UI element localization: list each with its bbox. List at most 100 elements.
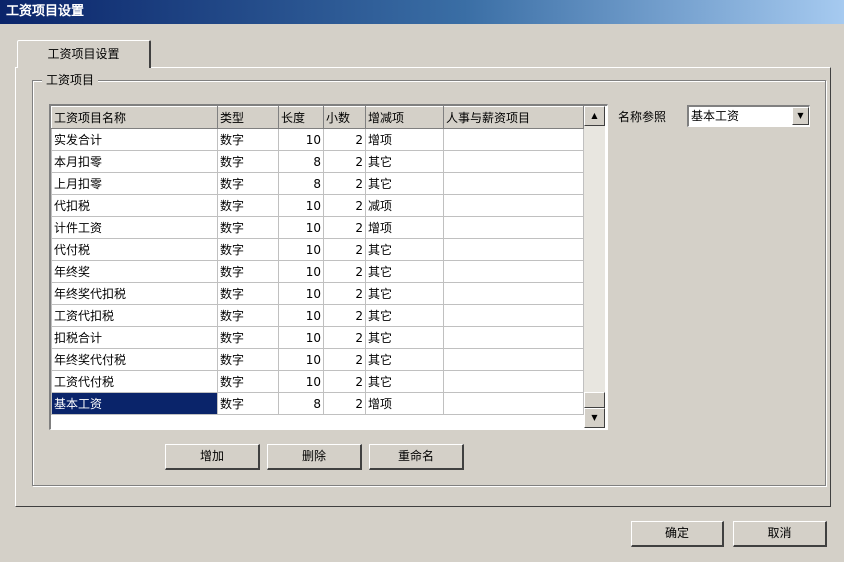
cell-hr-payroll-item[interactable] [443, 370, 584, 393]
cell-length[interactable]: 10 [278, 370, 324, 393]
cell-increase-decrease[interactable]: 减项 [365, 194, 444, 217]
table-row[interactable]: 实发合计 数字 10 2 增项 [51, 128, 584, 151]
cell-type[interactable]: 数字 [217, 326, 279, 349]
cell-hr-payroll-item[interactable] [443, 150, 584, 173]
cell-type[interactable]: 数字 [217, 260, 279, 283]
cell-increase-decrease[interactable]: 其它 [365, 172, 444, 195]
cell-length[interactable]: 8 [278, 392, 324, 415]
cell-type[interactable]: 数字 [217, 392, 279, 415]
cell-length[interactable]: 8 [278, 172, 324, 195]
tab-salary-item-settings[interactable]: 工资项目设置 [17, 40, 151, 68]
table-row[interactable]: 代付税 数字 10 2 其它 [51, 238, 584, 261]
cell-item-name[interactable]: 年终奖 [51, 260, 218, 283]
cell-decimals[interactable]: 2 [323, 304, 366, 327]
cell-hr-payroll-item[interactable] [443, 238, 584, 261]
table-row[interactable]: 上月扣零 数字 8 2 其它 [51, 172, 584, 195]
cell-decimals[interactable]: 2 [323, 326, 366, 349]
cell-item-name[interactable]: 年终奖代扣税 [51, 282, 218, 305]
cell-increase-decrease[interactable]: 其它 [365, 282, 444, 305]
rename-button[interactable]: 重命名 [369, 444, 464, 470]
cell-hr-payroll-item[interactable] [443, 128, 584, 151]
table-row[interactable]: 年终奖代付税 数字 10 2 其它 [51, 348, 584, 371]
cell-type[interactable]: 数字 [217, 348, 279, 371]
cell-decimals[interactable]: 2 [323, 128, 366, 151]
scroll-thumb[interactable] [584, 392, 605, 408]
cell-item-name[interactable]: 上月扣零 [51, 172, 218, 195]
table-row[interactable]: 年终奖 数字 10 2 其它 [51, 260, 584, 283]
cell-type[interactable]: 数字 [217, 128, 279, 151]
cell-item-name[interactable]: 实发合计 [51, 128, 218, 151]
name-reference-dropdown-button[interactable]: ▼ [792, 107, 809, 125]
salary-items-grid[interactable]: 工资项目名称 类型 长度 小数 增减项 人事与薪资项目 实发合计 数字 10 2… [49, 104, 608, 430]
cell-decimals[interactable]: 2 [323, 238, 366, 261]
cell-item-name[interactable]: 代扣税 [51, 194, 218, 217]
cell-type[interactable]: 数字 [217, 150, 279, 173]
name-reference-select[interactable]: 基本工资 ▼ [687, 105, 810, 127]
grid-vertical-scrollbar[interactable]: ▲ ▼ [584, 106, 605, 428]
cell-decimals[interactable]: 2 [323, 150, 366, 173]
column-header-name[interactable]: 工资项目名称 [51, 106, 218, 129]
cell-hr-payroll-item[interactable] [443, 282, 584, 305]
cell-increase-decrease[interactable]: 增项 [365, 392, 444, 415]
cell-hr-payroll-item[interactable] [443, 194, 584, 217]
column-header-decimals[interactable]: 小数 [323, 106, 366, 129]
column-header-hr-payroll-item[interactable]: 人事与薪资项目 [443, 106, 584, 129]
column-header-increase-decrease[interactable]: 增减项 [365, 106, 444, 129]
cell-item-name[interactable]: 计件工资 [51, 216, 218, 239]
cell-increase-decrease[interactable]: 其它 [365, 370, 444, 393]
scroll-down-button[interactable]: ▼ [584, 408, 605, 428]
cell-type[interactable]: 数字 [217, 282, 279, 305]
table-row[interactable]: 工资代付税 数字 10 2 其它 [51, 370, 584, 393]
cell-increase-decrease[interactable]: 其它 [365, 326, 444, 349]
cell-item-name[interactable]: 工资代扣税 [51, 304, 218, 327]
cell-increase-decrease[interactable]: 增项 [365, 216, 444, 239]
cell-hr-payroll-item[interactable] [443, 304, 584, 327]
table-row[interactable]: 计件工资 数字 10 2 增项 [51, 216, 584, 239]
table-row[interactable]: 本月扣零 数字 8 2 其它 [51, 150, 584, 173]
cell-type[interactable]: 数字 [217, 216, 279, 239]
cell-increase-decrease[interactable]: 其它 [365, 304, 444, 327]
cell-item-name-editing[interactable]: 基本工资 [51, 392, 218, 415]
delete-button[interactable]: 删除 [267, 444, 362, 470]
cell-hr-payroll-item[interactable] [443, 392, 584, 415]
cell-decimals[interactable]: 2 [323, 370, 366, 393]
cancel-button[interactable]: 取消 [733, 521, 827, 547]
cell-type[interactable]: 数字 [217, 304, 279, 327]
cell-decimals[interactable]: 2 [323, 172, 366, 195]
cell-decimals[interactable]: 2 [323, 194, 366, 217]
ok-button[interactable]: 确定 [631, 521, 724, 547]
scroll-up-button[interactable]: ▲ [584, 106, 605, 126]
column-header-type[interactable]: 类型 [217, 106, 279, 129]
cell-hr-payroll-item[interactable] [443, 326, 584, 349]
cell-decimals[interactable]: 2 [323, 282, 366, 305]
cell-item-name[interactable]: 本月扣零 [51, 150, 218, 173]
cell-increase-decrease[interactable]: 增项 [365, 128, 444, 151]
cell-item-name[interactable]: 扣税合计 [51, 326, 218, 349]
cell-type[interactable]: 数字 [217, 238, 279, 261]
cell-item-name[interactable]: 年终奖代付税 [51, 348, 218, 371]
cell-type[interactable]: 数字 [217, 370, 279, 393]
column-header-length[interactable]: 长度 [278, 106, 324, 129]
cell-type[interactable]: 数字 [217, 172, 279, 195]
cell-hr-payroll-item[interactable] [443, 348, 584, 371]
table-row[interactable]: 扣税合计 数字 10 2 其它 [51, 326, 584, 349]
cell-hr-payroll-item[interactable] [443, 172, 584, 195]
cell-length[interactable]: 10 [278, 194, 324, 217]
cell-length[interactable]: 10 [278, 238, 324, 261]
cell-length[interactable]: 10 [278, 326, 324, 349]
cell-item-name[interactable]: 工资代付税 [51, 370, 218, 393]
cell-increase-decrease[interactable]: 其它 [365, 348, 444, 371]
cell-decimals[interactable]: 2 [323, 260, 366, 283]
cell-length[interactable]: 10 [278, 282, 324, 305]
table-row-selected[interactable]: 基本工资 数字 8 2 增项 [51, 392, 584, 415]
cell-type[interactable]: 数字 [217, 194, 279, 217]
cell-decimals[interactable]: 2 [323, 348, 366, 371]
cell-item-name[interactable]: 代付税 [51, 238, 218, 261]
cell-length[interactable]: 10 [278, 304, 324, 327]
cell-decimals[interactable]: 2 [323, 392, 366, 415]
cell-increase-decrease[interactable]: 其它 [365, 238, 444, 261]
cell-length[interactable]: 10 [278, 260, 324, 283]
table-row[interactable]: 代扣税 数字 10 2 减项 [51, 194, 584, 217]
cell-length[interactable]: 10 [278, 348, 324, 371]
cell-length[interactable]: 10 [278, 128, 324, 151]
